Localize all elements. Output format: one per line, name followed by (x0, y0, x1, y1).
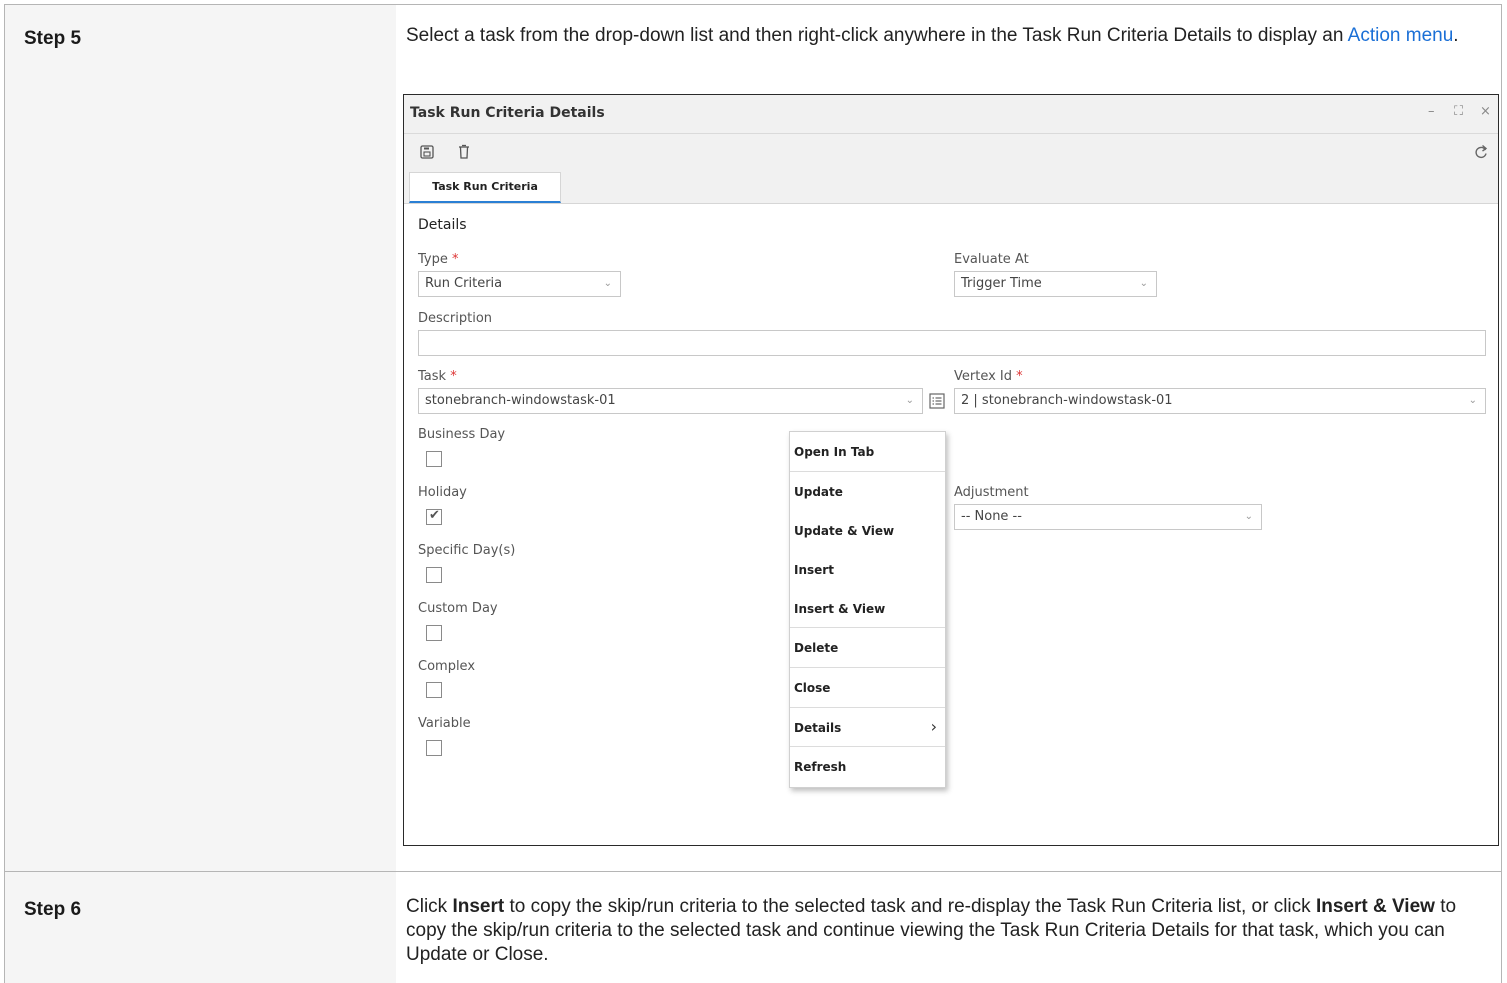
menu-separator (790, 667, 945, 668)
step6-text-part: to copy the skip/run criteria to the sel… (504, 896, 1316, 917)
holiday-label: Holiday (418, 485, 467, 500)
list-icon[interactable] (929, 393, 945, 409)
menu-close[interactable]: Close (794, 681, 830, 695)
step5-label: Step 5 (24, 28, 82, 49)
required-mark: * (1016, 369, 1023, 384)
step6-text-part: Click (406, 896, 453, 917)
complex-label: Complex (418, 659, 476, 674)
action-menu-link[interactable]: Action menu (1348, 25, 1454, 46)
chevron-down-icon: ⌄ (905, 395, 914, 406)
vertex-id-label-text: Vertex Id (954, 369, 1013, 384)
vertex-id-label: Vertex Id * (954, 369, 1023, 384)
evaluate-at-value: Trigger Time (961, 276, 1042, 291)
menu-delete[interactable]: Delete (794, 641, 838, 655)
evaluate-at-label: Evaluate At (954, 252, 1029, 267)
minimize-icon[interactable]: – (1428, 104, 1435, 119)
adjustment-label: Adjustment (954, 485, 1029, 500)
task-run-criteria-window: Task Run Criteria Details – ⛶ × Task Run… (403, 94, 1499, 846)
description-label: Description (418, 311, 493, 326)
step5-label-cell: Step 5 (4, 4, 397, 872)
task-label-text: Task (418, 369, 447, 384)
menu-insert-view[interactable]: Insert & View (794, 602, 885, 616)
save-icon[interactable] (420, 144, 434, 160)
close-icon[interactable]: × (1480, 104, 1491, 119)
type-label: Type * (418, 252, 459, 267)
complex-checkbox[interactable] (426, 682, 442, 698)
section-title: Details (418, 217, 467, 233)
variable-checkbox[interactable] (426, 740, 442, 756)
type-select[interactable]: Run Criteria ⌄ (418, 271, 621, 297)
business-day-label: Business Day (418, 427, 506, 442)
step6-insert-view-bold: Insert & View (1315, 896, 1435, 917)
chevron-down-icon: ⌄ (1468, 395, 1477, 406)
chevron-down-icon: ⌄ (1139, 278, 1148, 289)
specific-days-checkbox[interactable] (426, 567, 442, 583)
menu-update-view[interactable]: Update & View (794, 524, 894, 538)
variable-label: Variable (418, 716, 471, 731)
step6-label: Step 6 (24, 899, 82, 920)
tab-strip: Task Run Criteria (404, 172, 1498, 204)
menu-open-in-tab[interactable]: Open In Tab (794, 445, 874, 459)
holiday-checkbox[interactable]: ✔ (426, 508, 442, 525)
window-title: Task Run Criteria Details (410, 105, 605, 121)
step5-text-end: . (1453, 25, 1459, 46)
chevron-down-icon: ⌄ (1244, 511, 1253, 522)
specific-days-label: Specific Day(s) (418, 543, 516, 558)
task-select[interactable]: stonebranch-windowstask-01 ⌄ (418, 388, 923, 414)
trash-icon[interactable] (457, 144, 471, 160)
check-icon: ✔ (429, 508, 440, 523)
description-input[interactable] (418, 330, 1486, 356)
window-title-bar: Task Run Criteria Details – ⛶ × (404, 95, 1498, 134)
menu-details[interactable]: Details (794, 721, 841, 735)
tab-task-run-criteria[interactable]: Task Run Criteria (409, 172, 561, 203)
menu-separator (790, 707, 945, 708)
refresh-icon[interactable] (1473, 144, 1489, 160)
vertex-id-value: 2 | stonebranch-windowstask-01 (961, 393, 1173, 408)
step5-text-part: Select a task from the drop-down list an… (406, 25, 1348, 46)
menu-separator (790, 627, 945, 628)
menu-insert[interactable]: Insert (794, 563, 834, 577)
type-select-value: Run Criteria (425, 276, 503, 291)
adjustment-value: -- None -- (961, 509, 1022, 524)
required-mark: * (452, 252, 459, 267)
menu-separator (790, 471, 945, 472)
step6-body-cell: Click Insert to copy the skip/run criter… (396, 871, 1502, 983)
step6-insert-bold: Insert (452, 896, 505, 917)
action-context-menu: Open In Tab Update Update & View Insert … (789, 431, 946, 788)
step6-text: Click Insert to copy the skip/run criter… (406, 895, 1487, 967)
custom-day-label: Custom Day (418, 601, 498, 616)
step6-label-cell: Step 6 (4, 871, 397, 983)
required-mark: * (450, 369, 457, 384)
chevron-right-icon: › (930, 717, 937, 736)
maximize-icon[interactable]: ⛶ (1454, 104, 1463, 119)
menu-update[interactable]: Update (794, 485, 843, 499)
menu-refresh[interactable]: Refresh (794, 760, 846, 774)
step5-text: Select a task from the drop-down list an… (406, 24, 1487, 48)
custom-day-checkbox[interactable] (426, 625, 442, 641)
evaluate-at-select[interactable]: Trigger Time ⌄ (954, 271, 1157, 297)
task-select-value: stonebranch-windowstask-01 (425, 393, 616, 408)
menu-separator (790, 746, 945, 747)
chevron-down-icon: ⌄ (603, 278, 612, 289)
business-day-checkbox[interactable] (426, 451, 442, 467)
window-toolbar (404, 134, 1498, 172)
task-label: Task * (418, 369, 457, 384)
vertex-id-select[interactable]: 2 | stonebranch-windowstask-01 ⌄ (954, 388, 1486, 414)
adjustment-select[interactable]: -- None -- ⌄ (954, 504, 1262, 530)
type-label-text: Type (418, 252, 448, 267)
